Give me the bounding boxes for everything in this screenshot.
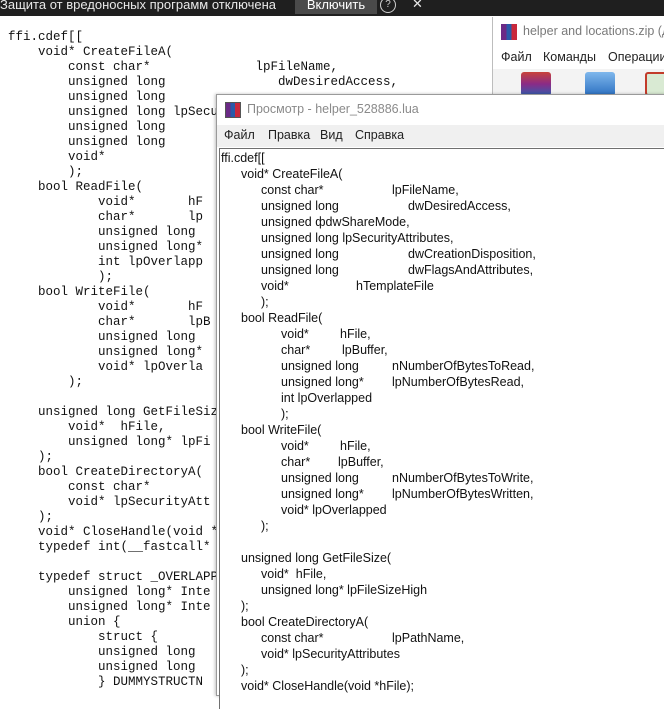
code-line: void*	[281, 439, 309, 453]
code-line: unsigned long	[281, 471, 359, 485]
code-line: void*	[261, 279, 289, 293]
code-line: unsigned long	[281, 359, 359, 373]
code-line: void* lpOverlapped	[281, 503, 387, 517]
code-line: );	[261, 519, 269, 533]
code-line: );	[241, 599, 249, 613]
viewer-menu-file[interactable]: Файл	[224, 128, 255, 142]
viewer-title: Просмотр - helper_528886.lua	[247, 102, 419, 116]
code-line: char*	[281, 455, 311, 469]
code-line: lpFileName,	[392, 183, 459, 197]
code-line: lpPathName,	[392, 631, 465, 645]
code-line: hTemplateFile	[356, 279, 434, 293]
code-line: void* lpSecurityAttributes	[261, 647, 400, 661]
help-icon[interactable]: ?	[380, 0, 396, 13]
notification-message: Защита от вредоносных программ отключена	[0, 0, 277, 12]
winrar-icon	[225, 102, 241, 118]
code-line: bool WriteFile(	[241, 423, 322, 437]
code-line: unsigned long GetFileSize(	[241, 551, 392, 565]
extract-folder-icon[interactable]	[585, 72, 615, 96]
archive-menu-operations[interactable]: Операции	[608, 50, 664, 64]
malware-protection-notification: Защита от вредоносных программ отключена…	[0, 0, 664, 16]
code-line: int lpOverlapped	[281, 391, 373, 405]
code-line: void* CreateFileA(	[241, 167, 343, 181]
code-line: hFile,	[340, 327, 371, 341]
winrar-icon	[501, 24, 517, 40]
code-line: ffi.cdef[[	[221, 151, 265, 165]
code-line: char*	[281, 343, 311, 357]
code-line: unsigned long	[261, 199, 339, 213]
code-line: );	[241, 663, 249, 677]
close-icon[interactable]: ✕	[412, 0, 423, 10]
code-line: lpNumberOfBytesWritten,	[392, 487, 534, 501]
archive-window-title: helper and locations.zip (дн	[523, 24, 664, 38]
code-line: dwFlagsAndAttributes,	[408, 263, 534, 277]
add-archive-icon[interactable]	[521, 72, 551, 96]
code-line: bool ReadFile(	[241, 311, 323, 325]
code-line: unsigned long lpSecurityAttributes,	[261, 231, 454, 245]
code-line: const char*	[261, 631, 324, 645]
code-line: );	[261, 295, 269, 309]
archive-window-titlebar[interactable]: helper and locations.zip (дн	[493, 17, 664, 47]
code-line: lpBuffer,	[342, 343, 388, 357]
code-line: unsigned long*	[281, 487, 364, 501]
archive-menu-bar: Файл Команды Операции	[493, 47, 664, 69]
viewer-menu-bar: Файл Правка Вид Справка	[217, 125, 664, 147]
code-line: unsigned long*	[281, 375, 364, 389]
code-line: unsigned long	[261, 247, 339, 261]
code-line: lpBuffer,	[338, 455, 384, 469]
code-line: lpNumberOfBytesRead,	[392, 375, 525, 389]
code-line: hFile,	[340, 439, 371, 453]
code-line: bool CreateDirectoryA(	[241, 615, 369, 629]
code-line: const char*	[261, 183, 324, 197]
code-line: unsigned фdwShareMode,	[261, 215, 410, 229]
viewer-menu-edit[interactable]: Правка	[268, 128, 310, 142]
viewer-text-area[interactable]: ffi.cdef[[ void* CreateFileA( const char…	[219, 148, 664, 709]
code-line: void* CloseHandle(void *hFile);	[241, 679, 414, 693]
code-line: nNumberOfBytesToWrite,	[392, 471, 534, 485]
code-line: dwDesiredAccess,	[408, 199, 511, 213]
archive-menu-commands[interactable]: Команды	[543, 50, 596, 64]
code-line: nNumberOfBytesToRead,	[392, 359, 535, 373]
test-archive-icon[interactable]	[645, 72, 664, 96]
file-viewer-window[interactable]: Просмотр - helper_528886.lua Файл Правка…	[216, 94, 664, 709]
viewer-menu-view[interactable]: Вид	[320, 128, 343, 142]
code-line: unsigned long	[261, 263, 339, 277]
code-line: unsigned long* lpFileSizeHigh	[261, 583, 428, 597]
code-line: void*	[281, 327, 309, 341]
enable-protection-button[interactable]: Включить	[295, 0, 377, 14]
viewer-menu-help[interactable]: Справка	[355, 128, 404, 142]
code-line: );	[281, 407, 289, 421]
code-line: void* hFile,	[261, 567, 327, 581]
archive-menu-file[interactable]: Файл	[501, 50, 532, 64]
viewer-titlebar[interactable]: Просмотр - helper_528886.lua	[217, 95, 664, 125]
code-line: dwCreationDisposition,	[408, 247, 536, 261]
